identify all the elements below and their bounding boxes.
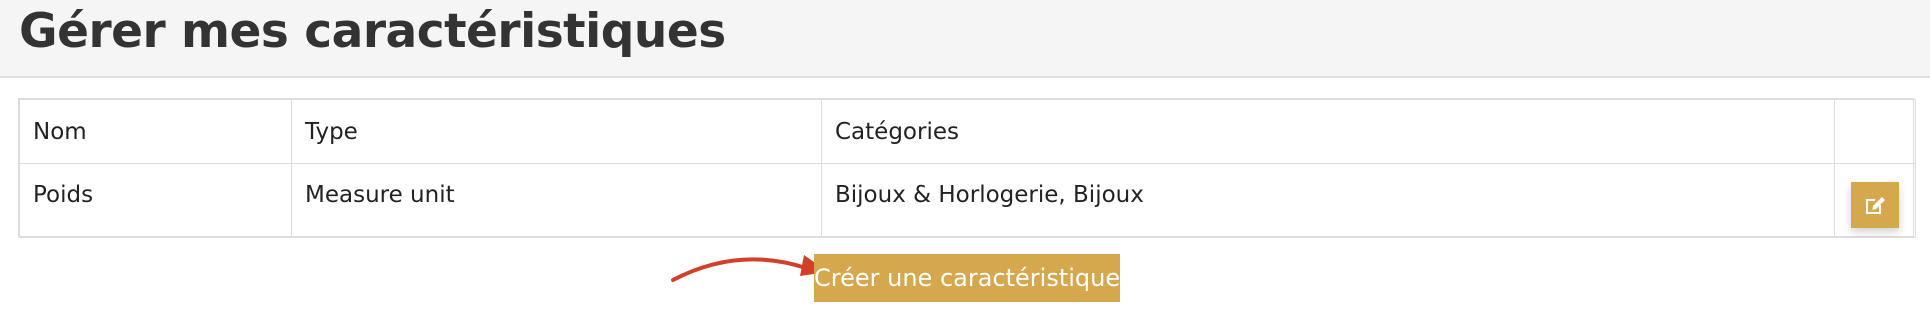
table-header-row: Nom Type Catégories	[19, 99, 1916, 164]
cell-categories: Bijoux & Horlogerie, Bijoux	[821, 163, 1835, 238]
characteristics-table: Nom Type Catégories Poids Measure unit B…	[18, 98, 1916, 238]
column-header-categories: Catégories	[821, 99, 1835, 164]
cell-type: Measure unit	[291, 163, 822, 238]
column-header-actions	[1834, 99, 1916, 164]
create-characteristic-button[interactable]: Créer une caractéristique	[814, 254, 1120, 302]
arrow-annotation-icon	[671, 255, 828, 282]
cell-nom: Poids	[19, 163, 292, 238]
edit-button[interactable]	[1851, 181, 1899, 228]
page-header: Gérer mes caractéristiques	[0, 0, 1930, 78]
column-header-type: Type	[291, 99, 822, 164]
column-header-nom: Nom	[19, 99, 292, 164]
table-row: Poids Measure unit Bijoux & Horlogerie, …	[19, 163, 1916, 238]
edit-icon	[1866, 196, 1885, 214]
page-title: Gérer mes caractéristiques	[19, 4, 726, 59]
cell-actions	[1834, 163, 1916, 238]
